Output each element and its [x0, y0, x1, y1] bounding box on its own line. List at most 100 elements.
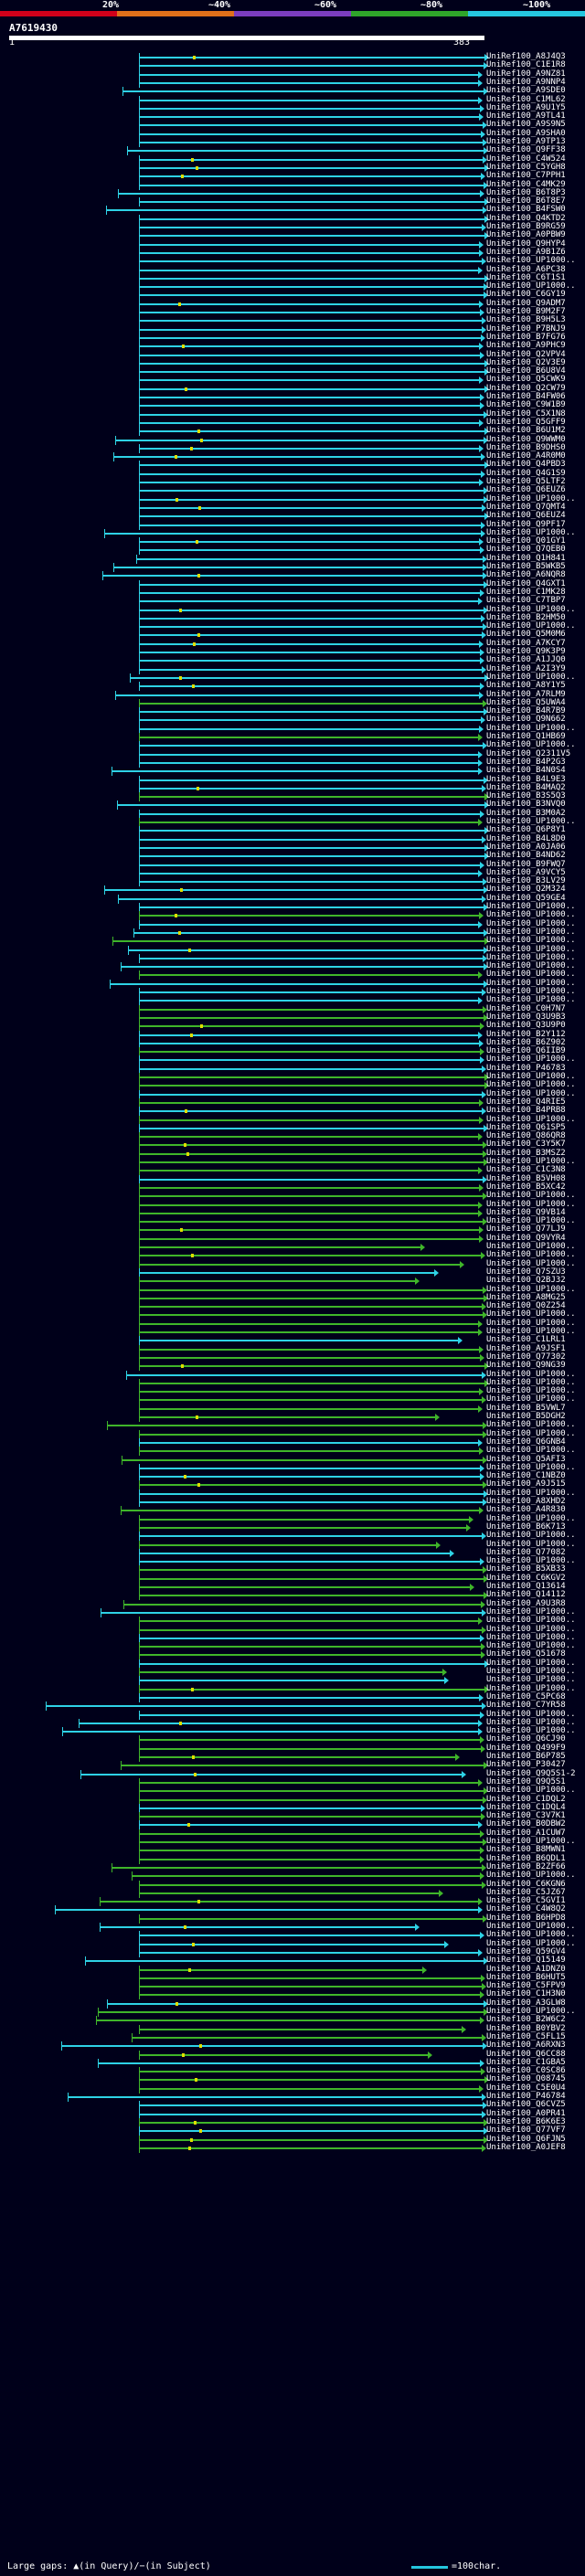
hit-alignment-bar [139, 1816, 481, 1818]
hit-alignment-bar [139, 277, 484, 280]
hit-end-arrow [480, 402, 484, 410]
hit-alignment-bar [139, 1186, 479, 1189]
query-gap-marker [190, 1033, 193, 1037]
hit-end-arrow [478, 1209, 483, 1217]
hit-alignment-bar [139, 1858, 480, 1860]
hit-alignment-bar [139, 482, 479, 483]
hit-alignment-bar [139, 371, 484, 374]
hit-end-arrow [480, 1558, 484, 1566]
hit-end-arrow [478, 266, 483, 274]
hit-alignment-bar [139, 1662, 484, 1665]
query-gap-marker [197, 429, 200, 434]
legend-tick-label: ~60% [314, 0, 337, 10]
query-gap-marker [192, 1942, 195, 1946]
hit-end-arrow [444, 1677, 449, 1685]
hit-alignment-bar [130, 676, 484, 679]
hit-alignment-bar [139, 1093, 482, 1096]
hit-alignment-bar [139, 881, 483, 884]
hit-alignment-bar [139, 269, 478, 271]
hit-end-arrow [478, 1329, 483, 1336]
hit-alignment-bar [139, 336, 481, 339]
hit-end-arrow [478, 869, 483, 877]
hit-alignment-bar [139, 702, 483, 705]
hit-end-arrow [458, 1337, 463, 1345]
query-gap-marker [188, 1967, 191, 1972]
hit-end-arrow [481, 130, 485, 138]
hit-alignment-bar [139, 65, 484, 68]
hit-end-arrow [444, 1940, 449, 1948]
hit-end-arrow [480, 810, 484, 818]
hit-alignment-bar [139, 1051, 480, 1054]
query-gap-marker [196, 165, 198, 170]
hit-alignment-bar [139, 812, 480, 815]
hit-alignment-bar [139, 1144, 483, 1147]
hit-alignment-bar [139, 133, 481, 135]
legend-segment [117, 11, 234, 16]
hit-end-arrow [478, 79, 483, 87]
hit-alignment-bar [100, 1901, 478, 1903]
hit-alignment-bar [139, 1118, 479, 1121]
query-gap-marker [182, 345, 185, 349]
hit-alignment-bar [139, 1739, 480, 1742]
hit-alignment-bar [139, 609, 484, 611]
hit-end-arrow [481, 1804, 485, 1812]
hit-alignment-bar [139, 1654, 481, 1657]
query-gap-marker [190, 446, 193, 451]
hit-alignment-bar [139, 81, 478, 84]
hit-alignment-bar [139, 617, 481, 620]
query-gap-marker [188, 948, 191, 952]
hit-end-arrow [478, 598, 483, 606]
query-gap-marker [180, 1228, 183, 1233]
hit-alignment-bar [139, 1552, 450, 1554]
hit-alignment-bar [139, 652, 480, 653]
hit-alignment-bar [139, 761, 478, 764]
hit-end-arrow [479, 240, 484, 249]
query-gap-marker [198, 505, 201, 510]
hit-alignment-bar [112, 1866, 482, 1869]
hit-alignment-bar [139, 498, 484, 501]
hit-end-arrow [479, 343, 484, 351]
query-gap-marker [181, 1364, 184, 1369]
hit-end-arrow [478, 997, 483, 1005]
legend-segment [468, 11, 585, 16]
hit-alignment-bar [139, 541, 479, 544]
hit-alignment-bar [139, 1306, 482, 1309]
hit-end-arrow [479, 1235, 484, 1243]
hit-name[interactable]: UniRef100_A0JEF8 [486, 2143, 566, 2153]
hit-alignment-bar [139, 1467, 480, 1469]
hit-alignment-bar [139, 413, 484, 416]
hit-alignment-bar [139, 1416, 435, 1418]
hit-end-arrow [479, 538, 484, 546]
hit-end-arrow [480, 1932, 484, 1940]
hit-alignment-bar [139, 855, 484, 858]
hit-alignment-bar [139, 634, 482, 637]
hit-end-arrow [450, 1549, 454, 1557]
hit-alignment-bar [121, 1510, 479, 1512]
query-gap-marker [192, 1755, 195, 1759]
hit-alignment-bar [139, 201, 484, 204]
hit-alignment-bar [139, 362, 484, 365]
hit-alignment-bar [139, 1501, 483, 1503]
hit-alignment-bar [139, 2121, 484, 2124]
hit-alignment-bar [139, 405, 480, 408]
hit-alignment-bar [139, 1492, 484, 1495]
hit-row[interactable]: UniRef100_A0JEF8 [0, 2143, 585, 2153]
hit-alignment-bar [139, 320, 482, 323]
hit-alignment-bar [139, 1646, 481, 1648]
scale-label: =100char. [452, 2561, 502, 2571]
hit-alignment-bar [139, 838, 482, 841]
score-color-legend: 20% ~40% ~60% ~80% ~100% [0, 0, 585, 22]
hit-end-arrow [481, 453, 485, 461]
query-gap-marker [192, 684, 195, 689]
hit-alignment-bar [139, 745, 483, 747]
hit-alignment-bar [80, 1773, 462, 1776]
hit-end-arrow [480, 1464, 484, 1472]
legend-tick-label: ~40% [208, 0, 231, 10]
hit-alignment-bar [139, 1407, 478, 1410]
hit-alignment-bar [139, 1747, 481, 1750]
query-gap-marker [179, 608, 182, 612]
hit-end-arrow [436, 1541, 441, 1549]
hit-alignment-bar [139, 1595, 484, 1597]
hit-alignment-bar [139, 974, 478, 977]
hit-end-arrow [460, 1260, 464, 1268]
